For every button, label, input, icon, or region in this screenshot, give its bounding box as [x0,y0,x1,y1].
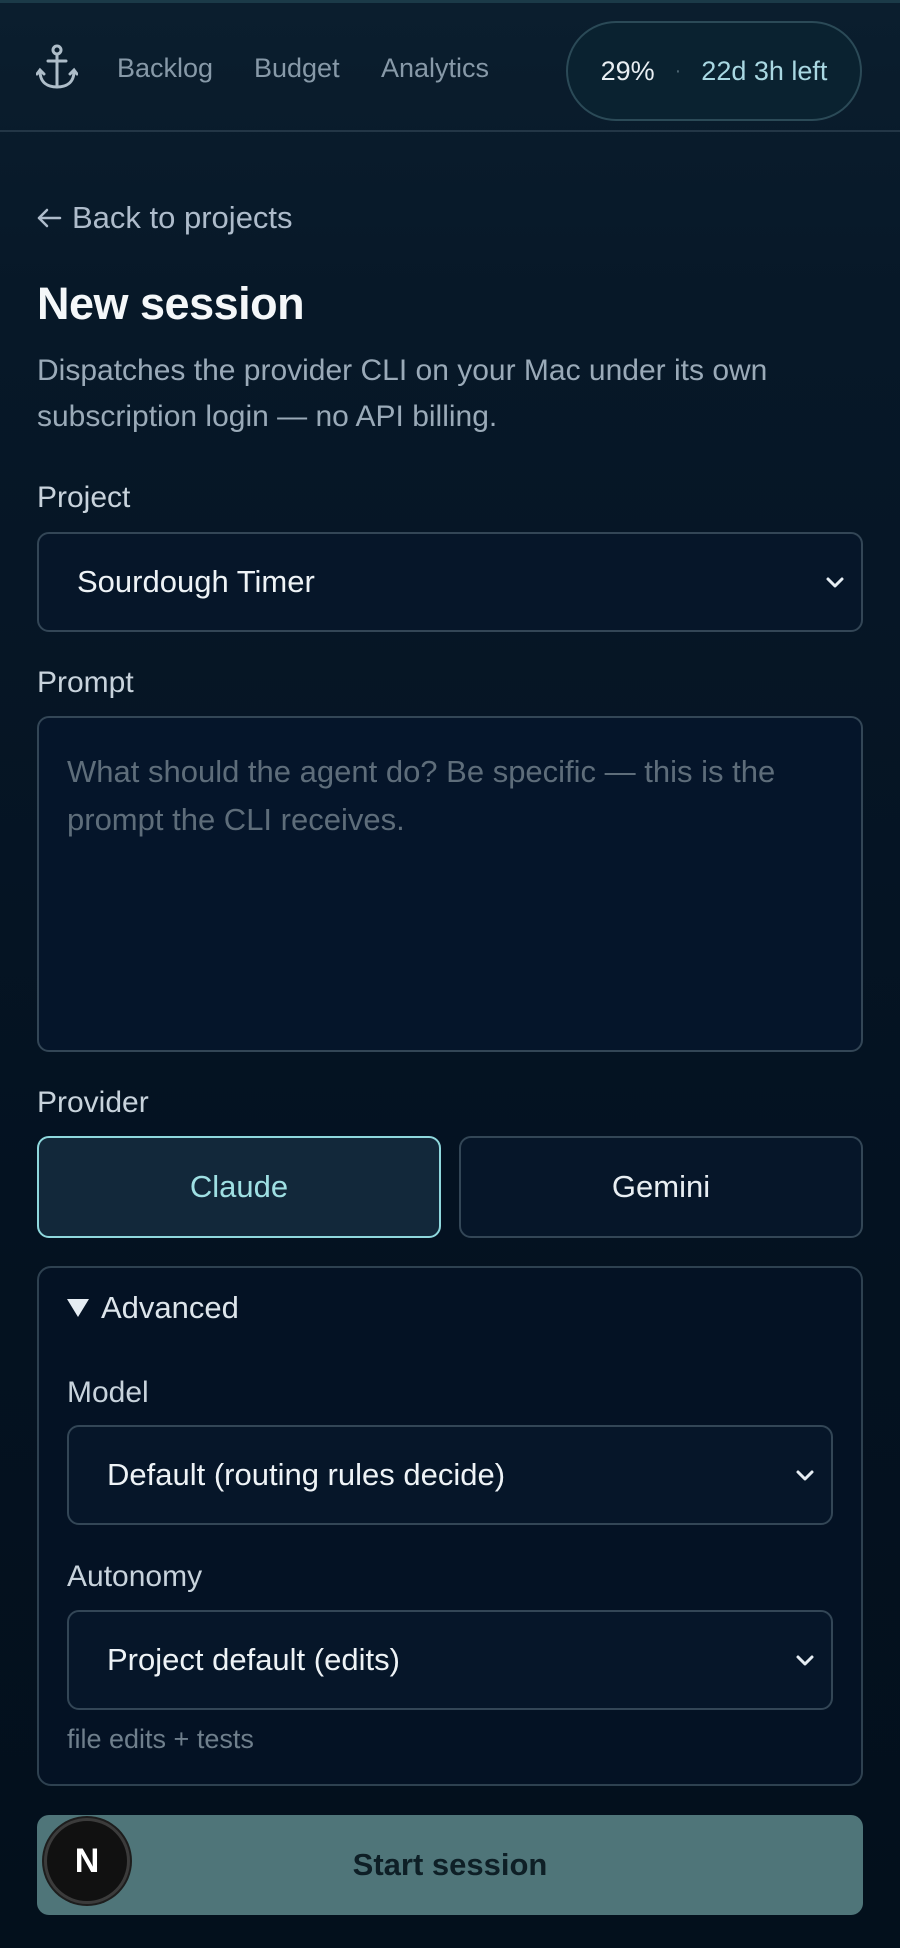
nav-link-analytics[interactable]: Analytics [381,53,489,84]
project-select-value: Sourdough Timer [77,564,315,599]
page-description: Dispatches the provider CLI on your Mac … [37,354,768,433]
triangle-down-icon [67,1299,89,1317]
model-label: Model [67,1376,149,1409]
model-select-value: Default (routing rules decide) [107,1457,506,1492]
autonomy-select[interactable]: Project default (edits) [67,1610,833,1710]
n-logo-icon: N [75,1842,100,1880]
advanced-label: Advanced [101,1290,239,1325]
prompt-placeholder: What should the agent do? Be specific — … [67,754,776,837]
badge-letter: N [75,1842,100,1880]
back-to-projects-link[interactable]: Back to projects [36,200,293,236]
page-title: New session [37,278,305,329]
usage-percent: 29% [600,55,655,86]
next-dev-badge[interactable]: N [44,1818,130,1904]
prompt-label: Prompt [37,666,134,699]
autonomy-select-value: Project default (edits) [107,1642,400,1677]
chevron-down-icon [796,1470,814,1481]
chevron-down-icon [796,1655,814,1666]
usage-pill[interactable]: 29% · 22d 3h left [566,21,862,121]
model-select[interactable]: Default (routing rules decide) [67,1425,833,1525]
back-link-label: Back to projects [72,200,293,235]
start-session-button[interactable]: Start session [37,1815,863,1915]
chevron-down-icon [826,577,844,588]
nav-link-backlog[interactable]: Backlog [117,53,213,84]
project-label: Project [37,481,131,514]
prompt-textarea[interactable]: What should the agent do? Be specific — … [37,716,863,1052]
provider-option-gemini[interactable]: Gemini [459,1136,863,1238]
top-nav: Backlog Budget Analytics 29% · 22d 3h le… [0,0,900,132]
project-select[interactable]: Sourdough Timer [37,532,863,632]
nav-link-budget[interactable]: Budget [254,53,340,84]
advanced-toggle[interactable]: Advanced [67,1290,239,1326]
autonomy-hint: file edits + tests [67,1724,254,1754]
provider-label: Provider [37,1086,149,1119]
usage-separator: · [674,59,682,82]
arrow-left-icon [37,208,62,228]
anchor-icon[interactable] [36,43,78,91]
provider-option-claude[interactable]: Claude [37,1136,441,1238]
autonomy-label: Autonomy [67,1560,203,1593]
usage-time-left: 22d 3h left [701,55,828,86]
